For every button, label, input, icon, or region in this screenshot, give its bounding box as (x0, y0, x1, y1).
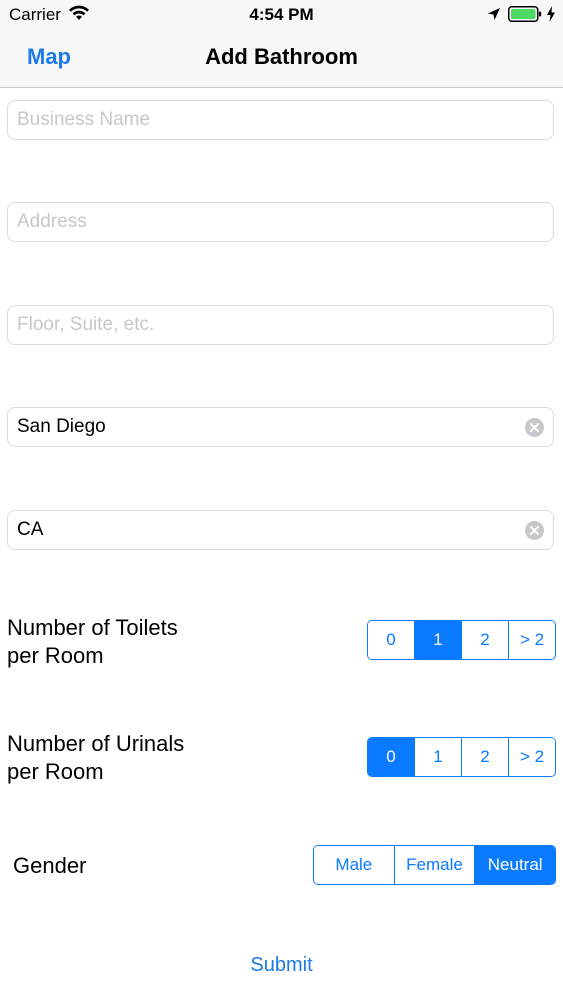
business-name-input[interactable] (17, 101, 517, 139)
location-arrow-icon (488, 8, 500, 20)
urinals-segmented-control[interactable]: 0 1 2 > 2 (367, 737, 556, 777)
urinals-label: Number of Urinals per Room (7, 730, 184, 786)
floor-suite-input[interactable] (17, 306, 517, 344)
toilets-option-0[interactable]: 0 (368, 621, 414, 659)
clear-text-icon[interactable] (525, 418, 544, 437)
toilets-option-3[interactable]: > 2 (508, 621, 555, 659)
toilets-segmented-control[interactable]: 0 1 2 > 2 (367, 620, 556, 660)
status-time: 4:54 PM (249, 5, 314, 24)
city-field[interactable] (7, 407, 554, 447)
gender-option-1[interactable]: Female (393, 846, 475, 884)
gender-segmented-control[interactable]: Male Female Neutral (313, 845, 556, 885)
toilets-label: Number of Toilets per Room (7, 614, 178, 670)
urinals-option-0[interactable]: 0 (368, 738, 414, 776)
gender-label: Gender (13, 853, 87, 878)
city-input[interactable] (17, 408, 517, 446)
address-field[interactable] (7, 202, 554, 242)
urinals-label-line1: Number of Urinals (7, 731, 185, 756)
page-title: Add Bathroom (205, 44, 358, 69)
address-input[interactable] (17, 203, 517, 241)
urinals-option-1[interactable]: 1 (414, 738, 461, 776)
battery-icon (508, 6, 542, 22)
floor-suite-field[interactable] (7, 305, 554, 345)
urinals-label-line2: per Room (7, 759, 104, 784)
toilets-option-2[interactable]: 2 (461, 621, 508, 659)
state-field[interactable] (7, 510, 554, 550)
status-bar: Carrier 4:54 PM (0, 0, 563, 30)
charging-bolt-icon (547, 6, 555, 22)
gender-option-0[interactable]: Male (314, 846, 394, 884)
toilets-option-1[interactable]: 1 (414, 621, 461, 659)
state-input[interactable] (17, 511, 517, 549)
urinals-option-2[interactable]: 2 (461, 738, 508, 776)
urinals-option-3[interactable]: > 2 (508, 738, 555, 776)
toilets-label-line2: per Room (7, 643, 104, 668)
business-name-field[interactable] (7, 100, 554, 140)
submit-button[interactable]: Submit (0, 954, 563, 977)
navigation-bar: Map Add Bathroom (0, 30, 563, 88)
clear-text-icon[interactable] (525, 521, 544, 540)
gender-option-2[interactable]: Neutral (474, 846, 555, 884)
toilets-label-line1: Number of Toilets (7, 615, 178, 640)
